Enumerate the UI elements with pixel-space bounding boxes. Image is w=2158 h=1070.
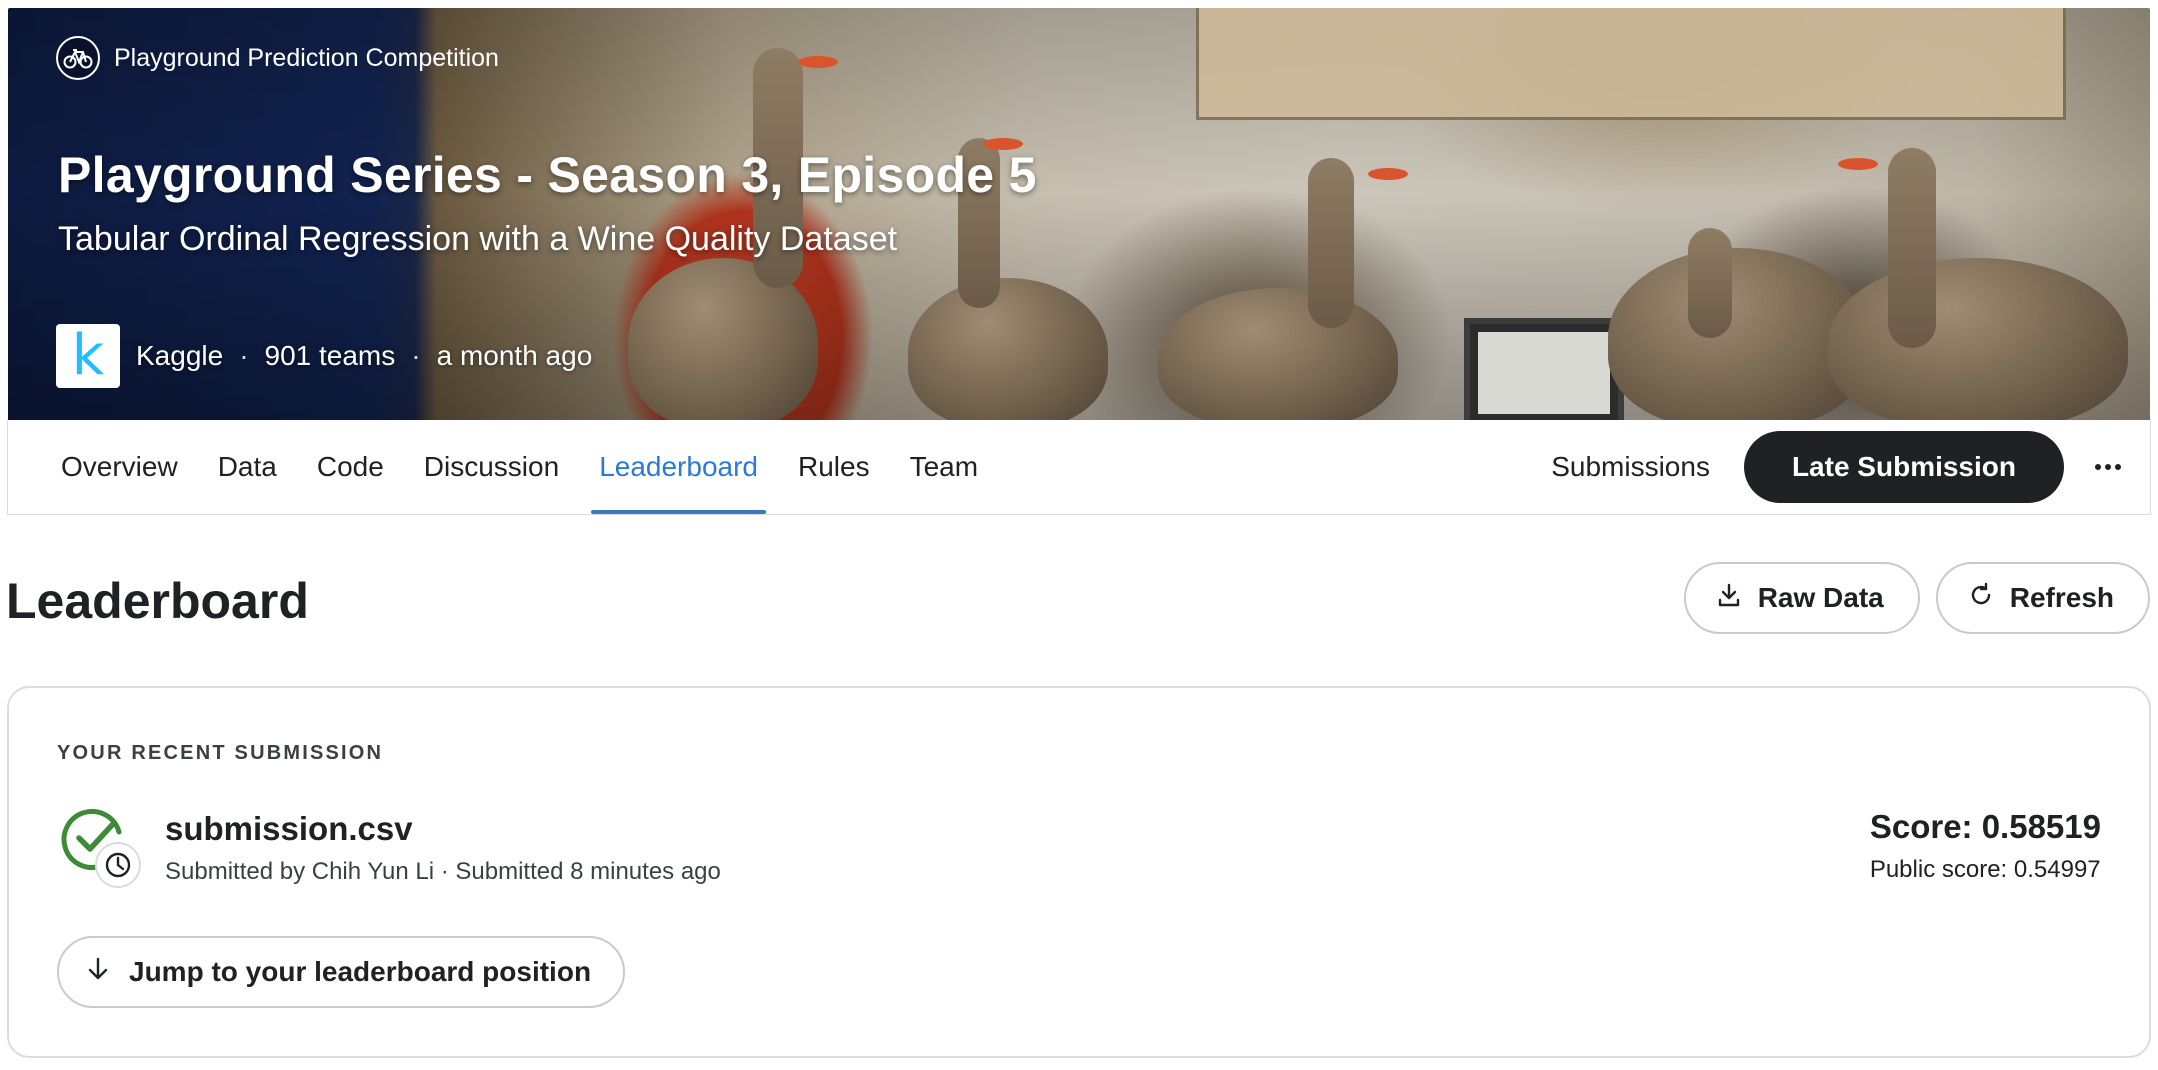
tab-data[interactable]: Data [210, 420, 285, 514]
competition-tabs-bar: Overview Data Code Discussion Leaderboar… [7, 420, 2151, 515]
public-score-value: Public score: 0.54997 [1869, 856, 2101, 883]
jump-to-position-button[interactable]: Jump to your leaderboard position [57, 936, 626, 1008]
clock-icon [95, 842, 141, 888]
tab-discussion[interactable]: Discussion [416, 420, 567, 514]
tab-overview[interactable]: Overview [53, 420, 186, 514]
jump-label: Jump to your leaderboard position [129, 956, 592, 987]
more-horizontal-icon[interactable] [2080, 439, 2136, 495]
page-title: Leaderboard [6, 573, 309, 629]
meta-separator: · [239, 340, 249, 371]
late-submission-button[interactable]: Late Submission [1743, 431, 2064, 503]
tab-code[interactable]: Code [309, 420, 392, 514]
submission-meta: Submitted by Chih Yun Li · Submitted 8 m… [165, 858, 721, 885]
meta-separator: · [411, 340, 421, 371]
host-name[interactable]: Kaggle [136, 340, 223, 372]
tab-rules[interactable]: Rules [790, 420, 878, 514]
submission-row: submission.csv Submitted by Chih Yun Li … [61, 806, 721, 888]
submissions-link[interactable]: Submissions [1551, 451, 1710, 483]
kaggle-logo[interactable]: k [56, 324, 120, 388]
submission-file-name[interactable]: submission.csv [165, 810, 721, 848]
competition-type: Playground Prediction Competition [56, 36, 499, 80]
submission-scores: Score: 0.58519 Public score: 0.54997 [1870, 808, 2101, 884]
raw-data-button[interactable]: Raw Data [1683, 562, 1920, 634]
arrow-down-icon [85, 956, 111, 989]
competition-meta: k Kaggle · 901 teams · a month ago [56, 324, 592, 388]
download-icon [1716, 582, 1742, 615]
time-ago: a month ago [436, 340, 593, 371]
competition-header-banner: Playground Prediction Competition Playgr… [8, 8, 2150, 420]
refresh-button[interactable]: Refresh [1935, 562, 2150, 634]
recent-submission-card: YOUR RECENT SUBMISSION submission.csv Su… [7, 686, 2151, 1058]
refresh-icon [1968, 582, 1994, 615]
score-value: Score: 0.58519 [1869, 808, 2101, 845]
competition-title: Playground Series - Season 3, Episode 5 [58, 147, 1037, 203]
competition-subtitle: Tabular Ordinal Regression with a Wine Q… [58, 220, 898, 258]
team-count: 901 teams [264, 340, 396, 371]
leaderboard-actions: Raw Data Refresh [1683, 562, 2150, 634]
refresh-label: Refresh [2009, 582, 2114, 613]
check-circle-icon [61, 806, 141, 888]
tab-leaderboard[interactable]: Leaderboard [591, 420, 766, 514]
raw-data-label: Raw Data [1757, 582, 1884, 613]
tab-team[interactable]: Team [902, 420, 986, 514]
bicycle-icon [56, 36, 100, 80]
tab-list: Overview Data Code Discussion Leaderboar… [53, 420, 1010, 514]
competition-type-label: Playground Prediction Competition [114, 43, 499, 72]
section-label: YOUR RECENT SUBMISSION [57, 742, 384, 764]
